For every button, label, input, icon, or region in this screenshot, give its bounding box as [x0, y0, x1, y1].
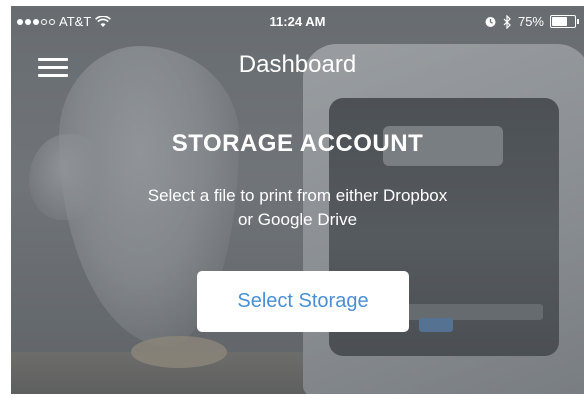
select-storage-button[interactable]: Select Storage [197, 271, 409, 332]
alarm-icon [485, 17, 496, 27]
description-line: or Google Drive [237, 210, 358, 229]
section-title: STORAGE ACCOUNT [171, 130, 424, 157]
battery-cap [577, 19, 579, 24]
status-bar: AT&T 11:24 AM 75% [11, 6, 584, 34]
page-title: Dashboard [238, 51, 357, 78]
description-line: Select a file to print from either Dropb… [147, 186, 448, 205]
battery-percent: 75% [517, 14, 544, 29]
status-right: 75% [484, 14, 579, 29]
section-description: Select a file to print from either Dropb… [71, 184, 524, 232]
battery-icon [550, 15, 579, 28]
bluetooth-icon [503, 14, 511, 29]
battery-level-fill [552, 17, 567, 26]
app-screen: AT&T 11:24 AM 75% Dashboard STORAGE ACCO… [11, 6, 584, 394]
